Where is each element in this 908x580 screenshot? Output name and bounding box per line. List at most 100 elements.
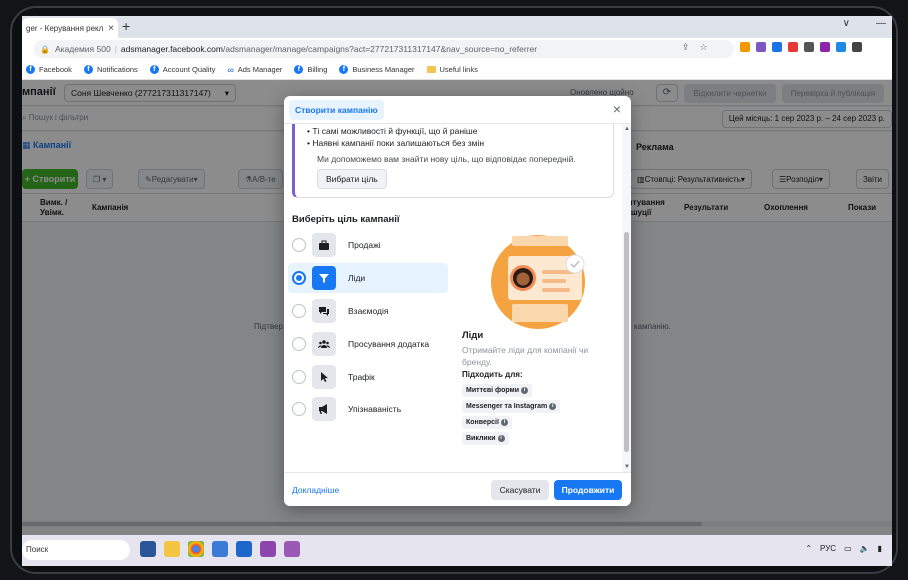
bookmark-account-quality[interactable]: f Account Quality xyxy=(149,65,215,74)
objective-sales[interactable]: Продажі xyxy=(288,230,448,260)
radio-button[interactable] xyxy=(292,370,306,384)
tab-title: ger - Керування рекл... xyxy=(26,23,105,33)
window-controls: ∨ — xyxy=(843,18,886,29)
chevron-up-icon[interactable]: ⌃ xyxy=(805,544,812,553)
continue-button[interactable]: Продовжити xyxy=(554,480,622,500)
star-icon[interactable]: ☆ xyxy=(700,42,708,53)
info-icon[interactable]: i xyxy=(549,402,557,410)
objective-traffic[interactable]: Трафік xyxy=(288,362,448,392)
folder-icon xyxy=(426,66,436,73)
feature-chip: Миттєві форми i xyxy=(462,384,533,397)
extension-icon[interactable] xyxy=(820,42,830,52)
scroll-down-icon[interactable]: ▼ xyxy=(624,464,630,470)
taskbar-apps xyxy=(140,541,300,557)
chat-icon xyxy=(312,299,336,323)
dialog-body: • Ті самі можливості й функції, що й ран… xyxy=(284,124,621,472)
language-indicator[interactable]: РУС xyxy=(820,544,836,553)
bookmark-facebook[interactable]: f Facebook xyxy=(26,65,72,74)
word-icon[interactable] xyxy=(140,541,156,557)
objective-engagement[interactable]: Взаємодія xyxy=(288,296,448,326)
info-icon[interactable]: i xyxy=(497,434,505,442)
site-label: Академия 500 xyxy=(54,44,111,54)
feature-chip: Виклики i xyxy=(462,432,509,445)
suitable-for-label: Підходить для: xyxy=(462,370,523,379)
bookmark-ads-manager[interactable]: ∞ Ads Manager xyxy=(227,65,282,75)
info-bullet: • Ті самі можливості й функції, що й ран… xyxy=(307,126,478,136)
dialog-header: Створити кампанію × xyxy=(284,96,631,124)
scroll-up-icon[interactable]: ▲ xyxy=(624,126,630,132)
scrollbar-thumb[interactable] xyxy=(624,232,629,452)
address-bar-row: 🔒 Академия 500 | adsmanager.facebook.com… xyxy=(22,38,892,60)
lock-icon: 🔒 xyxy=(40,44,50,54)
app-icon[interactable] xyxy=(284,541,300,557)
taskbar-search[interactable]: Поиск xyxy=(22,540,130,560)
screen: ger - Керування рекл... × + ∨ — 🔒 Академ… xyxy=(22,16,892,566)
bookmark-notifications[interactable]: f Notifications xyxy=(83,65,138,74)
objective-awareness[interactable]: Упізнаваність xyxy=(288,394,448,424)
extension-icon[interactable] xyxy=(756,42,766,52)
objective-detail-title: Ліди xyxy=(462,330,484,341)
new-tab-button[interactable]: + xyxy=(122,18,130,34)
tab-list-icon[interactable]: ∨ xyxy=(843,18,850,29)
radio-button[interactable] xyxy=(292,238,306,252)
meta-icon: ∞ xyxy=(227,64,234,75)
bookmark-billing[interactable]: f Billing xyxy=(294,65,327,74)
explorer-icon[interactable] xyxy=(164,541,180,557)
radio-button[interactable] xyxy=(292,304,306,318)
app-icon[interactable] xyxy=(212,541,228,557)
browser-tab-bar: ger - Керування рекл... × + ∨ — xyxy=(22,16,892,38)
opera-icon[interactable] xyxy=(260,541,276,557)
extension-icon[interactable] xyxy=(772,42,782,52)
people-icon xyxy=(312,332,336,356)
dialog-scrollbar[interactable]: ▲ ▼ xyxy=(622,124,631,472)
puzzle-icon[interactable] xyxy=(852,42,862,52)
cursor-icon xyxy=(312,365,336,389)
leads-illustration xyxy=(490,234,586,330)
extensions xyxy=(740,42,862,52)
bookmark-business-manager[interactable]: f Business Manager xyxy=(339,65,415,74)
notepad-icon[interactable] xyxy=(236,541,252,557)
objective-app-promotion[interactable]: Просування додатка xyxy=(288,329,448,359)
radio-button[interactable] xyxy=(292,337,306,351)
battery-icon[interactable]: ▮ xyxy=(878,544,882,553)
feature-chip: Messenger та Instagram i xyxy=(462,400,561,413)
radio-button[interactable] xyxy=(292,402,306,416)
url-path: /adsmanager/manage/campaigns?act=2772173… xyxy=(222,44,538,54)
extension-icon[interactable] xyxy=(836,42,846,52)
cancel-button[interactable]: Скасувати xyxy=(491,480,549,500)
info-icon[interactable]: i xyxy=(500,418,508,426)
objective-detail-description: Отримайте ліди для компанії чи бренду. xyxy=(462,345,589,367)
url-host: adsmanager.facebook.com xyxy=(120,44,223,54)
close-icon[interactable]: × xyxy=(613,101,621,117)
info-bullet: • Наявні кампанії поки залишаються без з… xyxy=(307,138,485,148)
volume-icon[interactable]: 🔈 xyxy=(860,544,870,553)
facebook-icon: f xyxy=(339,65,349,74)
radio-button[interactable] xyxy=(292,271,306,285)
chrome-icon[interactable] xyxy=(188,541,204,557)
info-help-text: Ми допоможемо вам знайти нову ціль, що в… xyxy=(317,154,576,164)
bookmarks-bar: f Facebook f Notifications f Account Qualit… xyxy=(22,60,892,80)
close-tab-icon[interactable]: × xyxy=(108,23,114,34)
extension-icon[interactable] xyxy=(740,42,750,52)
minimize-icon[interactable]: — xyxy=(876,18,886,29)
bookmark-useful-links[interactable]: Useful links xyxy=(426,65,478,74)
info-icon[interactable]: i xyxy=(521,386,529,394)
objective-leads[interactable]: Ліди xyxy=(288,263,448,293)
url-field[interactable]: 🔒 Академия 500 | adsmanager.facebook.com… xyxy=(34,40,734,58)
extension-icon[interactable] xyxy=(788,42,798,52)
learn-more-link[interactable]: Докладніше xyxy=(292,485,339,495)
objective-section-title: Виберіть ціль кампанії xyxy=(292,214,400,225)
extension-icon[interactable] xyxy=(804,42,814,52)
briefcase-icon xyxy=(312,233,336,257)
dialog-title: Створити кампанію xyxy=(289,100,384,120)
choose-goal-button[interactable]: Вибрати ціль xyxy=(317,169,387,189)
create-campaign-dialog: Створити кампанію × • Ті самі можливості… xyxy=(284,96,631,506)
taskbar: Поиск ⌃ РУС ▭ 🔈 ▮ xyxy=(22,535,892,566)
feature-chip: Конверсії i xyxy=(462,416,512,429)
browser-tab[interactable]: ger - Керування рекл... × xyxy=(22,18,118,38)
network-icon[interactable]: ▭ xyxy=(844,544,852,553)
share-icon[interactable]: ⇪ xyxy=(682,42,690,53)
funnel-icon xyxy=(312,266,336,290)
facebook-icon: f xyxy=(149,65,159,74)
facebook-icon: f xyxy=(294,65,304,74)
